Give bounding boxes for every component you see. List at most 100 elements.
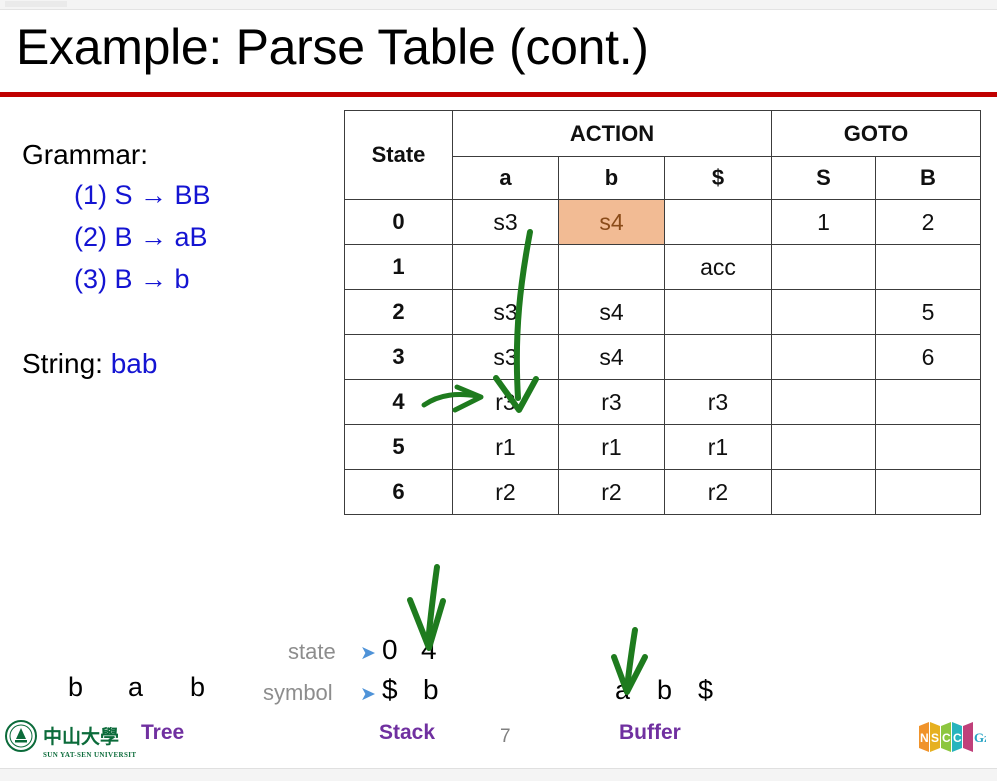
cell-5-b: r1	[558, 424, 665, 470]
buffer-symbol-1: b	[657, 675, 673, 705]
subheader-goto-B: B	[875, 156, 981, 200]
tree-symbol-1: b	[68, 672, 84, 702]
stack-state-0: 0	[382, 634, 398, 665]
stack-state-1: 4	[421, 634, 437, 665]
subheader-b: b	[558, 156, 665, 200]
input-string-line: String: bab	[22, 348, 157, 380]
parse-table: State ACTION GOTO a b $ S B 0 s3 s4 1 2 …	[344, 110, 981, 515]
viewer-bottom-bar	[0, 768, 997, 781]
nscc-letter-c1: C	[942, 731, 951, 745]
stack-symbol-1: b	[423, 674, 439, 705]
cell-1-B	[875, 244, 981, 290]
cell-4-dollar: r3	[664, 379, 772, 425]
table-row: 6 r2 r2 r2	[344, 469, 981, 515]
cell-1-a	[452, 244, 559, 290]
cell-1-S	[771, 244, 876, 290]
header-state: State	[344, 110, 453, 200]
tree-symbol-3: b	[190, 672, 206, 702]
header-goto: GOTO	[771, 110, 981, 157]
cell-2-dollar	[664, 289, 772, 335]
cell-state-6: 6	[344, 469, 453, 515]
grammar-production-2: (2) B → aB	[74, 222, 208, 252]
cell-state-3: 3	[344, 334, 453, 380]
cell-3-a: s3	[452, 334, 559, 380]
cell-2-B: 5	[875, 289, 981, 335]
cell-1-b	[558, 244, 665, 290]
nscc-letter-c2: C	[953, 731, 962, 745]
buffer-label: Buffer	[619, 721, 681, 744]
tree-label: Tree	[141, 721, 185, 744]
cell-3-b: s4	[558, 334, 665, 380]
cell-2-a: s3	[452, 289, 559, 335]
input-string-value: bab	[110, 348, 158, 379]
grammar-production-3: (3) B → b	[74, 264, 190, 294]
viewer-top-bar	[0, 0, 997, 10]
cell-6-dollar: r2	[664, 469, 772, 515]
table-row: 3 s3 s4 6	[344, 334, 981, 380]
table-row: 4 r3 r3 r3	[344, 379, 981, 425]
subheader-a: a	[452, 156, 559, 200]
cell-0-a: s3	[452, 199, 559, 245]
cell-2-S	[771, 289, 876, 335]
annotation-arrow-stack-top-shaft	[425, 564, 440, 647]
input-string-label: String:	[22, 348, 103, 379]
buffer-symbol-2: $	[698, 675, 714, 705]
table-row: 2 s3 s4 5	[344, 289, 981, 335]
subheader-goto-S: S	[771, 156, 876, 200]
cell-4-B	[875, 379, 981, 425]
nscc-letter-s: S	[931, 731, 939, 745]
cell-state-1: 1	[344, 244, 453, 290]
cell-1-dollar: acc	[664, 244, 772, 290]
header-action: ACTION	[452, 110, 772, 157]
grammar-production-1: (1) S → BB	[74, 180, 211, 210]
cell-4-a: r3	[452, 379, 559, 425]
cell-state-4: 4	[344, 379, 453, 425]
table-row: 0 s3 s4 1 2	[344, 199, 981, 245]
stack-symbol-row-label: symbol	[263, 680, 333, 705]
cell-6-a: r2	[452, 469, 559, 515]
subheader-dollar: $	[664, 156, 772, 200]
cell-5-B	[875, 424, 981, 470]
stack-symbol-0: $	[382, 674, 398, 705]
university-logo-english-name: SUN YAT-SEN UNIVERSITY	[43, 751, 136, 759]
cell-3-dollar	[664, 334, 772, 380]
cell-6-b: r2	[558, 469, 665, 515]
nscc-suffix-gz: Gz	[974, 730, 986, 745]
arrow-right-icon: ➤	[360, 643, 376, 664]
cell-5-a: r1	[452, 424, 559, 470]
cell-state-2: 2	[344, 289, 453, 335]
cell-6-B	[875, 469, 981, 515]
cell-state-5: 5	[344, 424, 453, 470]
cell-0-dollar	[664, 199, 772, 245]
table-row: 5 r1 r1 r1	[344, 424, 981, 470]
title-underline-rule	[0, 92, 997, 97]
cell-4-b: r3	[558, 379, 665, 425]
grammar-heading: Grammar:	[22, 139, 148, 170]
page-title: Example: Parse Table (cont.)	[16, 19, 649, 75]
table-row: 1 acc	[344, 244, 981, 290]
stack-state-row-label: state	[288, 639, 336, 664]
buffer-symbol-0: a	[615, 675, 631, 705]
cell-5-dollar: r1	[664, 424, 772, 470]
cell-0-B: 2	[875, 199, 981, 245]
cell-2-b: s4	[558, 289, 665, 335]
cell-3-S	[771, 334, 876, 380]
cell-0-b-highlighted: s4	[558, 199, 665, 245]
page-number: 7	[500, 726, 511, 747]
viewer-tab	[5, 1, 67, 7]
cell-state-0: 0	[344, 199, 453, 245]
cell-6-S	[771, 469, 876, 515]
slide-canvas: Example: Parse Table (cont.) Grammar: (1…	[0, 0, 997, 781]
cell-4-S	[771, 379, 876, 425]
cell-5-S	[771, 424, 876, 470]
university-logo-chinese-name: 中山大學	[43, 725, 119, 748]
nscc-letter-n: N	[920, 731, 929, 745]
stack-label: Stack	[379, 721, 436, 744]
university-logo: 中山大學 SUN YAT-SEN UNIVERSITY	[5, 720, 136, 759]
cell-3-B: 6	[875, 334, 981, 380]
parse-table-group-header-row: State ACTION GOTO	[344, 110, 981, 200]
tree-symbol-2: a	[128, 672, 144, 702]
arrow-right-icon: ➤	[360, 684, 376, 705]
cell-0-S: 1	[771, 199, 876, 245]
computing-center-logo: N S C C Gz	[919, 722, 986, 752]
